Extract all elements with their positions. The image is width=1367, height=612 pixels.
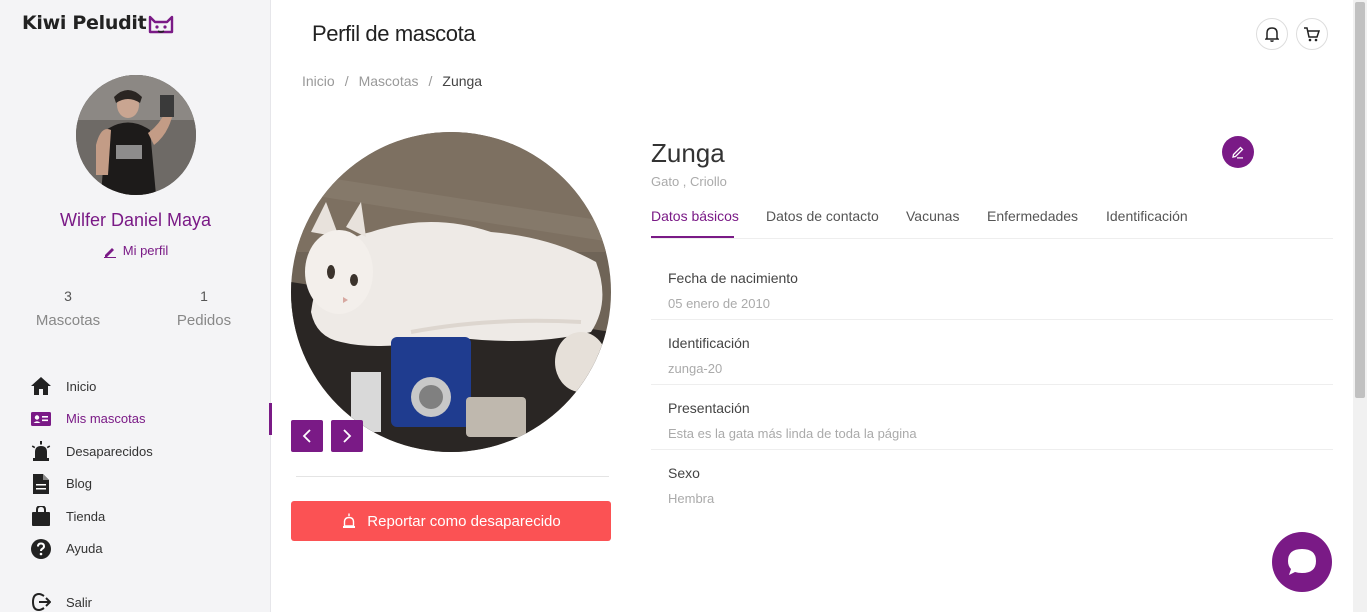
sidebar-item-ayuda[interactable]: Ayuda <box>0 533 271 566</box>
pencil-icon <box>103 247 116 258</box>
sidebar-item-label: Inicio <box>66 378 97 394</box>
tab-datos-basicos[interactable]: Datos básicos <box>651 208 739 224</box>
notifications-button[interactable] <box>1256 18 1288 50</box>
stat-orders-label: Pedidos <box>176 312 232 329</box>
field-value: 05 enero de 2010 <box>668 296 770 311</box>
my-profile-label: Mi perfil <box>122 243 169 258</box>
chevron-left-icon <box>302 429 311 443</box>
tab-enfermedades[interactable]: Enfermedades <box>987 208 1078 224</box>
tab-datos-contacto[interactable]: Datos de contacto <box>766 208 879 224</box>
avatar[interactable] <box>76 75 196 195</box>
stat-pets-value: 3 <box>64 288 72 304</box>
divider <box>296 476 609 477</box>
sidebar: Kiwi Peludit Wilfer Daniel Maya Mi perfi… <box>0 0 272 612</box>
logout-button[interactable]: Salir <box>31 592 92 612</box>
field-value: Esta es la gata más linda de toda la pág… <box>668 426 917 441</box>
sidebar-item-label: Ayuda <box>66 541 103 557</box>
logout-icon <box>31 592 51 612</box>
field-sex: Sexo Hembra <box>651 450 1333 515</box>
sidebar-item-label: Mis mascotas <box>66 411 146 427</box>
report-missing-button[interactable]: Reportar como desaparecido <box>291 501 611 541</box>
report-missing-label: Reportar como desaparecido <box>367 512 561 530</box>
pet-name: Zunga <box>651 138 725 168</box>
stat-pets-label: Mascotas <box>35 312 101 329</box>
breadcrumb-item-current: Zunga <box>442 73 483 89</box>
field-label: Presentación <box>668 400 750 416</box>
logout-label: Salir <box>66 594 93 610</box>
brand-logo[interactable]: Kiwi Peludit <box>22 12 175 34</box>
cat-photo <box>291 132 611 452</box>
pet-tabs: Datos básicos Datos de contacto Vacunas … <box>651 200 1333 239</box>
shopping-bag-icon <box>31 506 51 527</box>
sidebar-item-tienda[interactable]: Tienda <box>0 500 271 533</box>
sidebar-item-mis-mascotas[interactable]: Mis mascotas <box>0 402 272 436</box>
pet-species-breed: Gato , Criollo <box>651 174 727 189</box>
prev-photo-button[interactable] <box>291 420 323 452</box>
scrollbar[interactable] <box>1353 0 1367 612</box>
tab-vacunas[interactable]: Vacunas <box>906 208 959 224</box>
field-value: zunga-20 <box>668 361 723 376</box>
document-icon <box>31 473 51 494</box>
bell-icon <box>1265 27 1279 42</box>
chat-bubble-icon <box>1288 549 1316 575</box>
tab-identificacion[interactable]: Identificación <box>1106 208 1188 224</box>
user-name: Wilfer Daniel Maya <box>59 210 212 230</box>
field-birth-date: Fecha de nacimiento 05 enero de 2010 <box>651 255 1333 320</box>
active-tab-indicator <box>651 236 734 238</box>
alarm-icon <box>343 513 356 528</box>
field-label: Sexo <box>668 465 700 481</box>
cat-logo-icon <box>149 15 174 34</box>
field-value: Hembra <box>668 491 715 506</box>
brand-name: Kiwi Peludit <box>22 12 147 34</box>
breadcrumb-item-mascotas[interactable]: Mascotas <box>359 73 419 89</box>
breadcrumb-item-inicio[interactable]: Inicio <box>302 73 335 89</box>
cart-icon <box>1304 26 1320 41</box>
breadcrumb-separator: / <box>344 73 349 89</box>
pencil-icon <box>1232 146 1244 159</box>
stat-orders: 1 Pedidos <box>136 288 272 329</box>
sidebar-item-label: Tienda <box>66 508 106 524</box>
sidebar-item-desaparecidos[interactable]: Desaparecidos <box>0 435 271 468</box>
chevron-right-icon <box>343 429 352 443</box>
next-photo-button[interactable] <box>331 420 363 452</box>
chat-button[interactable] <box>1272 532 1332 592</box>
sidebar-item-blog[interactable]: Blog <box>0 468 271 501</box>
stat-orders-value: 1 <box>200 288 208 304</box>
field-identification: Identificación zunga-20 <box>651 320 1333 385</box>
stat-pets: 3 Mascotas <box>0 288 136 329</box>
field-presentation: Presentación Esta es la gata más linda d… <box>651 385 1333 450</box>
field-label: Fecha de nacimiento <box>668 270 798 286</box>
id-card-icon <box>31 409 51 429</box>
sidebar-item-label: Desaparecidos <box>66 443 153 459</box>
breadcrumb-separator: / <box>428 73 433 89</box>
breadcrumb: Inicio / Mascotas / Zunga <box>302 73 482 89</box>
sidebar-item-label: Blog <box>66 476 93 492</box>
my-profile-link[interactable]: Mi perfil <box>0 243 271 258</box>
edit-pet-button[interactable] <box>1222 136 1254 168</box>
field-label: Identificación <box>668 335 750 351</box>
pet-photo <box>291 132 611 452</box>
page-title: Perfil de mascota <box>312 21 476 46</box>
help-icon <box>31 538 51 559</box>
cart-button[interactable] <box>1296 18 1328 50</box>
alarm-icon <box>31 441 51 462</box>
scrollbar-thumb[interactable] <box>1355 2 1365 398</box>
sidebar-nav: Inicio Mis mascotas Desaparecidos Blog T… <box>0 370 272 566</box>
sidebar-item-inicio[interactable]: Inicio <box>0 370 271 403</box>
user-photo <box>76 75 196 195</box>
home-icon <box>31 376 51 396</box>
